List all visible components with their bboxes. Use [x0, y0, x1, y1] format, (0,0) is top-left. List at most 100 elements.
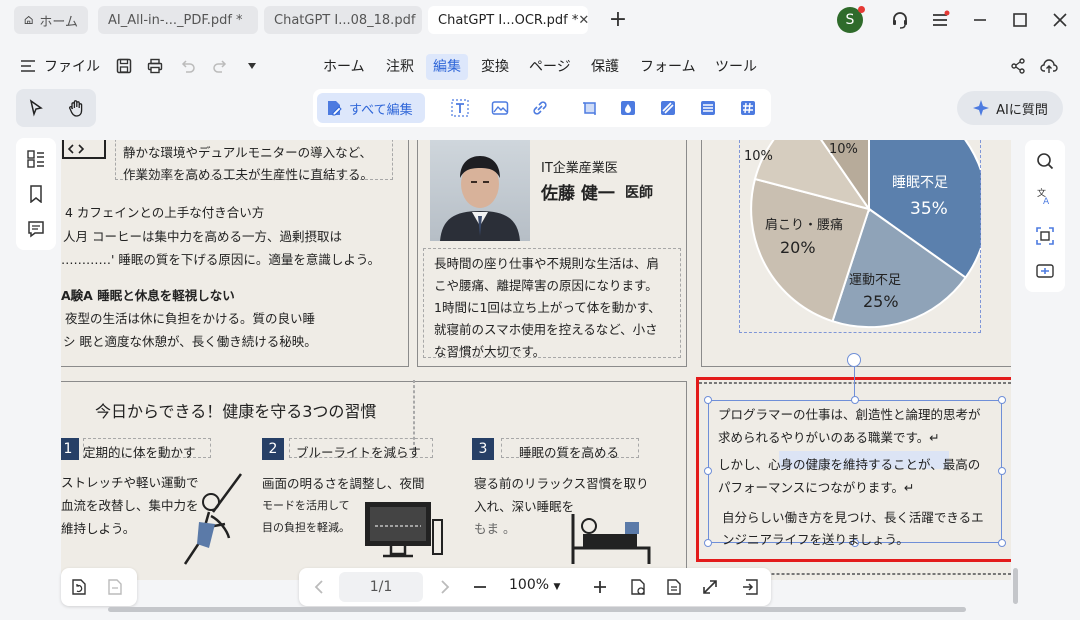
habit-title: 定期的に体を動かす: [83, 445, 196, 460]
file-menu-button[interactable]: ファイル: [20, 56, 100, 76]
translate-icon[interactable]: 文A: [1036, 187, 1054, 205]
selected-text-line[interactable]: しかし、心身の健康を維持することが、最高の: [718, 454, 980, 473]
resize-handle[interactable]: [998, 396, 1006, 404]
rotate-handle[interactable]: [847, 353, 861, 367]
thumbnails-icon[interactable]: [27, 150, 45, 168]
tab-label: ChatGPT I...08_18.pdf: [274, 12, 416, 28]
headset-icon[interactable]: [888, 8, 912, 32]
extract-page-icon[interactable]: [106, 578, 124, 596]
menu-home[interactable]: ホーム: [316, 54, 372, 80]
resize-handle[interactable]: [998, 539, 1006, 547]
menu-tools[interactable]: ツール: [708, 54, 764, 80]
habit-text: 維持しよう。: [61, 521, 136, 536]
edit-toolbar: すべて編集: [313, 89, 771, 127]
menu-page[interactable]: ページ: [522, 54, 578, 80]
watermark-icon[interactable]: [619, 99, 637, 117]
selected-text-line[interactable]: 自分らしい働き方を見つけ、長く活躍できるエ: [722, 507, 984, 526]
tab-document[interactable]: ChatGPT I...08_18.pdf: [264, 6, 422, 34]
tab-document[interactable]: AI_All-in-..._PDF.pdf *: [98, 6, 258, 34]
tip-text: 作業効率を高める工夫が生産性に直結する。: [123, 167, 374, 182]
resize-handle[interactable]: [704, 539, 712, 547]
ask-ai-label: AIに質問: [996, 102, 1048, 118]
comment-icon[interactable]: [27, 220, 45, 238]
doctor-photo: [430, 140, 530, 241]
zoom-out-icon[interactable]: [471, 578, 489, 596]
selected-text-line[interactable]: 求められるやりがいのある職業です。↵: [718, 427, 940, 446]
tip-heading: 4 カフェインとの上手な付き合い方: [65, 205, 265, 220]
add-text-icon[interactable]: [451, 99, 469, 117]
menu-protect[interactable]: 保護: [584, 54, 626, 80]
avatar[interactable]: S: [837, 6, 865, 33]
chart-frame: [739, 140, 981, 333]
page-view-icon[interactable]: [665, 578, 683, 596]
tip-text: 人月 コーヒーは集中力を高める一方、過剰摂取は: [63, 229, 342, 244]
resize-handle[interactable]: [998, 467, 1006, 475]
menu-edit[interactable]: 編集: [426, 54, 468, 80]
menu-annotate[interactable]: 注釈: [379, 54, 421, 80]
tab-home[interactable]: ホーム: [14, 6, 88, 34]
doctor-text: 就寝前のスマホ使用を控えるなど、小さ: [434, 322, 658, 337]
zoom-in-icon[interactable]: [591, 578, 609, 596]
bookmark-icon[interactable]: [27, 185, 45, 203]
next-page-icon[interactable]: [435, 578, 453, 596]
selected-text-line[interactable]: ンジニアライフを送りましょう。: [722, 529, 909, 548]
select-cursor-icon[interactable]: [27, 99, 45, 117]
header-footer-icon[interactable]: [699, 99, 717, 117]
resize-handle[interactable]: [851, 396, 859, 404]
add-image-icon[interactable]: [491, 99, 509, 117]
search-icon[interactable]: [1036, 152, 1054, 170]
doctor-text: こや腰痛、離提障害の原因になります。: [434, 278, 658, 293]
pdf-page[interactable]: 静かな環境やデュアルモニターの導入など、 作業効率を高める工夫が生産性に直結する…: [61, 140, 1011, 580]
new-tab-button[interactable]: +: [606, 8, 630, 32]
undo-icon[interactable]: [179, 57, 197, 75]
hamburger-menu-icon[interactable]: [928, 8, 952, 32]
ocr-icon[interactable]: [1036, 227, 1054, 245]
habit-title: 睡眠の質を高める: [519, 445, 620, 460]
habit-title: ブルーライトを減らす: [296, 445, 421, 460]
fit-width-icon[interactable]: [701, 578, 719, 596]
resize-handle[interactable]: [704, 467, 712, 475]
background-icon[interactable]: [659, 99, 677, 117]
quick-access-dropdown-icon[interactable]: [243, 57, 261, 75]
edit-all-button[interactable]: すべて編集: [317, 93, 425, 123]
doctor-name: 佐藤 健一: [541, 184, 615, 204]
ai-sparkle-icon: [973, 100, 990, 116]
tip-text: 静かな環境やデュアルモニターの導入など、: [123, 145, 373, 160]
present-mode-icon[interactable]: [741, 578, 759, 596]
share-icon[interactable]: [1009, 57, 1027, 75]
navigation-bar: 1/1 100% ▼: [299, 568, 771, 606]
horizontal-scrollbar[interactable]: [108, 607, 966, 612]
selected-text-line[interactable]: プログラマーの仕事は、創造性と論理的思考が: [718, 404, 981, 423]
ask-ai-button[interactable]: AIに質問: [957, 91, 1063, 125]
resize-handle[interactable]: [704, 396, 712, 404]
tab-document-active[interactable]: ChatGPT I...OCR.pdf * ✕: [428, 6, 588, 34]
redo-icon[interactable]: [211, 57, 229, 75]
close-window-icon[interactable]: [1048, 8, 1072, 32]
screen-capture-icon[interactable]: [1036, 262, 1054, 280]
vertical-scrollbar[interactable]: [1013, 568, 1018, 604]
print-icon[interactable]: [146, 57, 164, 75]
zoom-level-dropdown[interactable]: 100% ▼: [509, 577, 560, 593]
chevron-down-icon: ▼: [553, 582, 561, 592]
add-link-icon[interactable]: [531, 99, 549, 117]
hand-tool-icon[interactable]: [67, 99, 85, 117]
save-icon[interactable]: [115, 57, 133, 75]
rotate-page-icon[interactable]: [70, 578, 88, 596]
cloud-upload-icon[interactable]: [1040, 57, 1058, 75]
selected-text-line[interactable]: パフォーマンスにつながります。↵: [718, 477, 914, 496]
maximize-icon[interactable]: [1008, 8, 1032, 32]
menu-form[interactable]: フォーム: [633, 54, 703, 80]
menu-convert[interactable]: 変換: [474, 54, 516, 80]
crop-icon[interactable]: [581, 99, 599, 117]
previous-page-icon[interactable]: [311, 578, 329, 596]
tab-label: ChatGPT I...OCR.pdf *: [438, 12, 579, 28]
habits-heading: 今日からできる！健康を守る3つの習慣: [95, 402, 377, 421]
read-mode-icon[interactable]: [629, 578, 647, 596]
bates-number-icon[interactable]: [739, 99, 757, 117]
page-number-input[interactable]: 1/1: [339, 572, 423, 602]
doctor-affiliation: IT企業産業医: [541, 161, 618, 176]
minimize-icon[interactable]: [968, 8, 992, 32]
pie-label: 睡眠不足: [892, 175, 948, 191]
tip-text: シ 眠と適度な休憩が、長く働き続ける秘映。: [63, 334, 317, 349]
close-tab-icon[interactable]: ✕: [578, 13, 588, 28]
